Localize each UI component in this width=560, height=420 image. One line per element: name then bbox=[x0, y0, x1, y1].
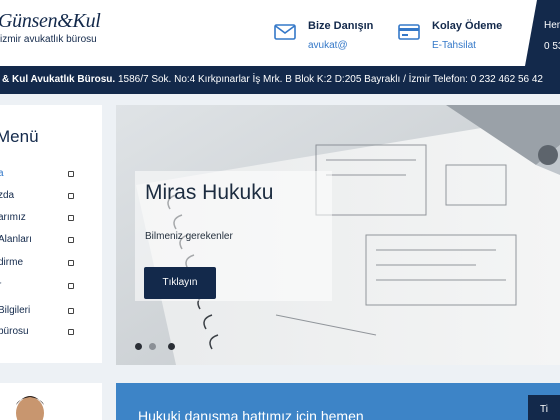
menu-item[interactable]: bürosu bbox=[0, 322, 102, 342]
envelope-icon bbox=[274, 24, 296, 45]
menu-item[interactable]: dirme bbox=[0, 253, 102, 273]
cta-button[interactable]: Ti bbox=[528, 395, 560, 420]
menu-item-label: bürosu bbox=[0, 326, 29, 337]
bullet-icon bbox=[68, 237, 74, 243]
bullet-icon bbox=[68, 283, 74, 289]
bullet-icon bbox=[68, 329, 74, 335]
cta-banner: Hukuki danışma hattımız için hemen Ti bbox=[116, 383, 560, 420]
slide-title: Miras Hukuku bbox=[145, 181, 274, 204]
payment-link[interactable]: E-Tahsilat bbox=[432, 40, 476, 51]
credit-card-icon bbox=[398, 24, 420, 45]
slide-subtitle: Bilmeniz gerekenler bbox=[145, 231, 233, 242]
payment-title: Kolay Ödeme bbox=[432, 20, 503, 32]
lawyer-photo-card bbox=[0, 383, 102, 420]
contact-email[interactable]: avukat@ bbox=[308, 40, 348, 51]
phone-label: Hem bbox=[544, 20, 560, 31]
bullet-icon bbox=[68, 171, 74, 177]
menu-item-label: arımız bbox=[0, 212, 26, 223]
slider-dot-active[interactable] bbox=[135, 343, 142, 350]
bullet-icon bbox=[68, 215, 74, 221]
menu-item[interactable]: zda bbox=[0, 186, 102, 206]
menu-item[interactable]: arımız bbox=[0, 208, 102, 228]
menu-item-label: zda bbox=[0, 190, 15, 201]
menu-item[interactable]: Alanları bbox=[0, 230, 102, 250]
sidebar-menu: Menü a zda arımız Alanları dirme r Bilgi… bbox=[0, 105, 102, 363]
address-bar: & Kul Avukatlık Bürosu. 1586/7 Sok. No:4… bbox=[0, 66, 560, 94]
menu-item-label: Bilgileri bbox=[0, 305, 31, 316]
header-phone-panel[interactable]: Hem 0 53 bbox=[525, 0, 560, 66]
slider-dot[interactable] bbox=[149, 343, 156, 350]
logo-subtitle: izmir avukatlık bürosu bbox=[0, 34, 97, 45]
slider-dot[interactable] bbox=[168, 343, 175, 350]
slide-cta-button[interactable]: Tıklayın bbox=[144, 267, 216, 299]
bullet-icon bbox=[68, 193, 74, 199]
menu-title: Menü bbox=[0, 127, 39, 146]
logo[interactable]: Günsen&Kul izmir avukatlık bürosu bbox=[0, 10, 150, 45]
phone-number: 0 53 bbox=[544, 41, 560, 52]
menu-item-label: a bbox=[0, 168, 4, 179]
contact-title: Bize Danışın bbox=[308, 20, 374, 32]
menu-item[interactable]: r bbox=[0, 276, 102, 296]
menu-item-label: r bbox=[0, 280, 1, 291]
lawyer-photo bbox=[0, 383, 102, 420]
slide-caption: Miras Hukuku Bilmeniz gerekenler Tıklayı… bbox=[135, 171, 332, 301]
logo-title: Günsen&Kul bbox=[0, 10, 101, 32]
cta-text: Hukuki danışma hattımız için hemen bbox=[138, 408, 364, 420]
site-header: Günsen&Kul izmir avukatlık bürosu Bize D… bbox=[0, 0, 560, 66]
menu-item[interactable]: Bilgileri bbox=[0, 301, 102, 321]
menu-item-label: Alanları bbox=[0, 234, 32, 245]
bullet-icon bbox=[68, 308, 74, 314]
address-details: 1586/7 Sok. No:4 Kırkpınarlar İş Mrk. B … bbox=[115, 74, 543, 85]
menu-item-label: dirme bbox=[0, 257, 24, 268]
bullet-icon bbox=[68, 260, 74, 266]
menu-item[interactable]: a bbox=[0, 164, 102, 184]
firm-name: & Kul Avukatlık Bürosu. bbox=[2, 74, 116, 85]
